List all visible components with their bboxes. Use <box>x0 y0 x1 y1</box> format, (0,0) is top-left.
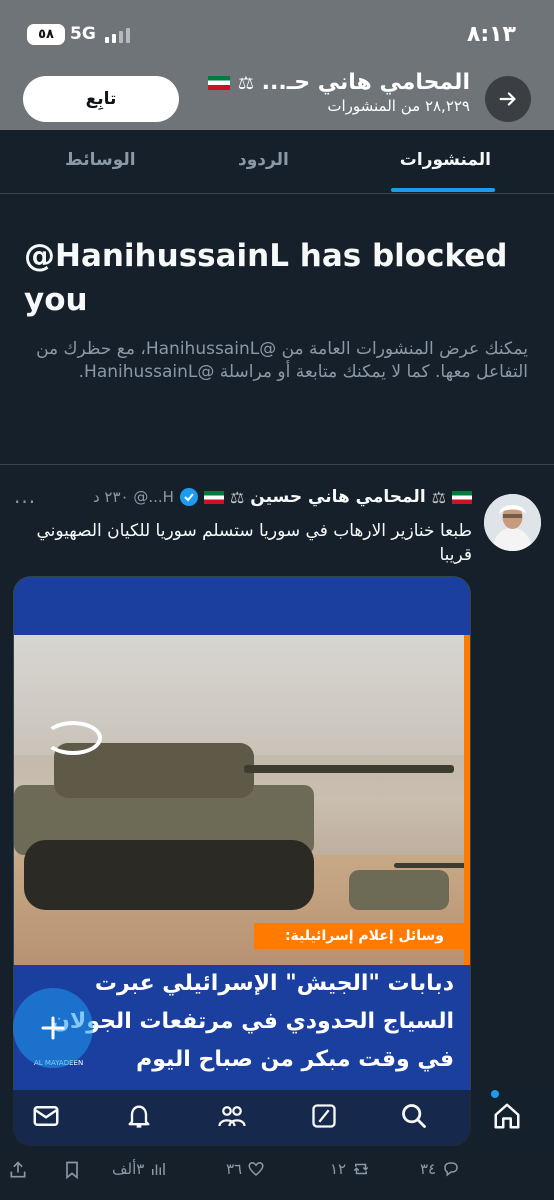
retweet-button[interactable]: ١٢ <box>330 1160 371 1178</box>
tweet-header: ⚖ المحامي هاني حسين ⚖ H...@ ٢٣٠ د <box>93 487 472 507</box>
scales-icon: ⚖ <box>237 73 254 94</box>
more-options-icon[interactable]: ··· <box>14 490 36 514</box>
al-mayadeen-logo <box>44 721 102 755</box>
tank-barrel <box>394 863 470 868</box>
communities-icon[interactable] <box>214 1098 250 1134</box>
tweet-handle-time: H...@ ٢٣٠ د <box>92 488 174 506</box>
profile-name: المحامي هاني حـ... ⚖ <box>208 70 470 95</box>
tank-photo <box>14 635 470 965</box>
compose-button[interactable] <box>13 988 93 1068</box>
home-icon[interactable] <box>489 1098 525 1134</box>
heart-icon <box>248 1162 264 1176</box>
bottom-navigation <box>0 1090 554 1146</box>
notification-dot <box>491 1090 499 1098</box>
tab-media[interactable]: الوسائط <box>65 150 136 170</box>
kuwait-flag-icon <box>203 490 224 504</box>
retweet-count: ١٢ <box>330 1160 347 1178</box>
active-tab-indicator <box>391 188 495 192</box>
chart-icon <box>152 1163 166 1175</box>
arrow-right-icon <box>499 92 516 106</box>
battery-indicator: ٥٨ <box>27 24 65 45</box>
reply-button[interactable]: ٣٤ <box>420 1160 461 1178</box>
blocked-description: يمكنك عرض المنشورات العامة من @Hanihussa… <box>36 339 528 382</box>
status-bar: ٥٨ 5G ٨:١٣ <box>0 0 554 60</box>
divider <box>0 464 554 465</box>
media-tag: وسائل إعلام إسرائيلية: <box>254 923 470 949</box>
avatar[interactable] <box>484 494 541 551</box>
tweet-actions: ٣ألف ٣٦ ١٢ ٣٤ <box>0 1156 554 1188</box>
media-accent-bar <box>464 635 470 965</box>
tank-barrel <box>244 765 454 773</box>
tweet-text: طبعا خنازير الارهاب في سوريا ستسلم سوريا… <box>36 521 472 565</box>
tab-replies[interactable]: الردود <box>238 150 289 170</box>
reply-count: ٣٤ <box>420 1160 437 1178</box>
search-icon[interactable] <box>396 1098 432 1134</box>
tank-track <box>24 840 314 910</box>
scales-icon: ⚖ <box>229 487 245 507</box>
network-type: 5G <box>70 24 96 44</box>
profile-header-banner: ٥٨ 5G ٨:١٣ المحامي هاني حـ... ⚖ ٢٨,٢٢٩ م… <box>0 0 554 130</box>
share-icon[interactable] <box>8 1160 28 1180</box>
views-button[interactable]: ٣ألف <box>112 1160 167 1178</box>
follow-button[interactable]: تابِع <box>23 76 179 122</box>
grok-icon[interactable] <box>306 1098 342 1134</box>
profile-name-text: المحامي هاني حـ... <box>261 70 470 95</box>
signal-icon <box>105 27 130 43</box>
bookmark-icon[interactable] <box>62 1160 82 1180</box>
blocked-title: @HanihussainL has blocked you <box>24 238 508 318</box>
tank-hull <box>349 870 449 910</box>
profile-tabs: المنشورات الردود الوسائط <box>0 130 554 194</box>
reply-icon <box>444 1162 458 1177</box>
bell-icon[interactable] <box>121 1098 157 1134</box>
back-button[interactable] <box>485 76 531 122</box>
kuwait-flag-icon <box>208 76 231 90</box>
mail-icon[interactable] <box>28 1098 64 1134</box>
like-count: ٣٦ <box>226 1160 243 1178</box>
tweet-author-name[interactable]: المحامي هاني حسين <box>250 487 425 507</box>
posts-count: ٢٨,٢٢٩ من المنشورات <box>327 97 470 115</box>
kuwait-flag-icon <box>452 490 472 504</box>
battery-level: ٥٨ <box>38 27 54 42</box>
like-button[interactable]: ٣٦ <box>226 1160 265 1178</box>
verified-badge-icon <box>179 488 198 506</box>
views-count: ٣ألف <box>112 1160 145 1178</box>
scales-icon: ⚖ <box>431 487 446 507</box>
tab-posts[interactable]: المنشورات <box>400 150 491 170</box>
avatar-photo <box>484 494 541 551</box>
clock: ٨:١٣ <box>466 22 516 47</box>
tweet-media[interactable]: وسائل إعلام إسرائيلية: دبابات "الجيش" ال… <box>13 576 471 1146</box>
retweet-icon <box>353 1163 369 1175</box>
plus-icon <box>41 1016 65 1040</box>
